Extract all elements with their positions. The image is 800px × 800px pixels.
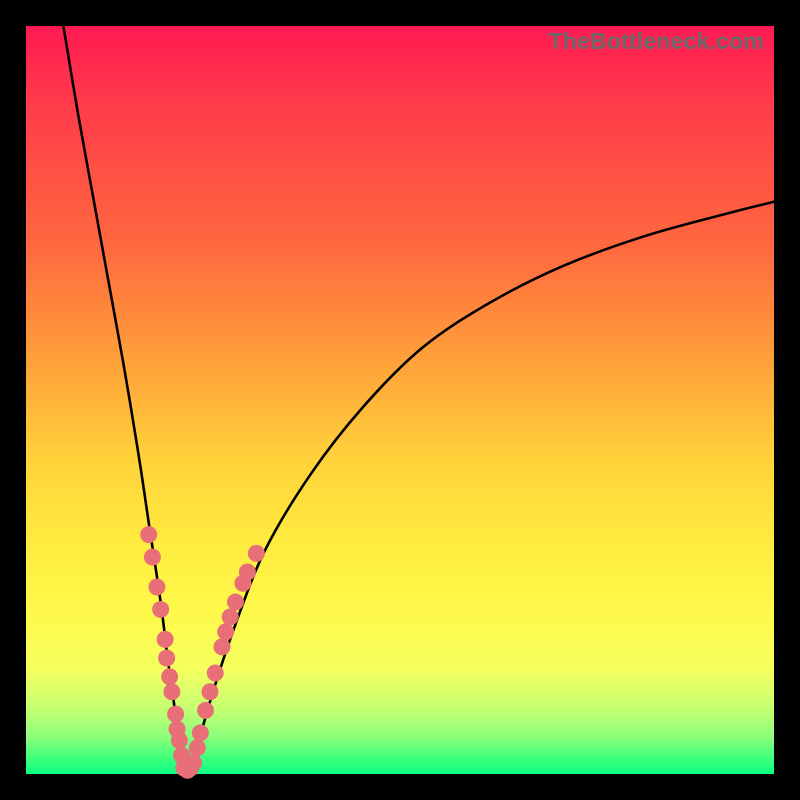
highlight-dot [207, 665, 224, 682]
right-curve [191, 202, 774, 774]
chart-svg [26, 26, 774, 774]
highlight-dot [248, 545, 265, 562]
highlight-dot [222, 608, 239, 625]
highlight-dot [217, 623, 234, 640]
highlight-dot [152, 601, 169, 618]
highlight-dot [185, 754, 202, 771]
highlight-dot [192, 724, 209, 741]
highlight-dots [140, 526, 265, 779]
highlight-dot [202, 683, 219, 700]
highlight-dot [189, 739, 206, 756]
highlight-dot [239, 564, 256, 581]
highlight-dot [144, 549, 161, 566]
highlight-dot [171, 732, 188, 749]
highlight-dot [227, 593, 244, 610]
highlight-dot [157, 631, 174, 648]
highlight-dot [161, 668, 178, 685]
highlight-dot [197, 702, 214, 719]
plot-area: TheBottleneck.com [26, 26, 774, 774]
highlight-dot [213, 638, 230, 655]
highlight-dot [148, 579, 165, 596]
outer-frame: TheBottleneck.com [0, 0, 800, 800]
highlight-dot [163, 683, 180, 700]
highlight-dot [167, 706, 184, 723]
highlight-dot [158, 650, 175, 667]
highlight-dot [140, 526, 157, 543]
